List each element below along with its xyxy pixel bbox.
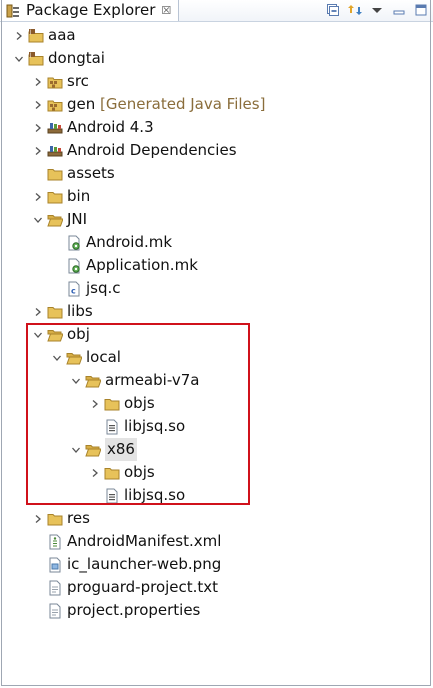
folder-icon [47,304,63,320]
svg-text:J: J [29,29,31,35]
package-folder-icon [47,74,63,90]
chevron-right-icon[interactable] [31,98,45,112]
tree-item[interactable]: JNI [31,208,87,231]
package-folder-icon [47,97,63,113]
tree-item-label: libs [67,302,93,320]
tree-item-label: gen [67,95,96,113]
tree-item[interactable]: assets [31,162,115,185]
image-file-icon [47,557,63,573]
tree-item[interactable]: project.properties [31,599,200,622]
chevron-right-icon[interactable] [31,144,45,158]
text-file-icon [47,580,63,596]
tree-item-label: assets [67,164,115,182]
tree-item[interactable]: ic_launcher-web.png [31,553,221,576]
tree-item[interactable]: J dongtai [12,47,105,70]
folder-icon [47,166,63,182]
tree-item-label: src [67,72,89,90]
xml-file-icon [47,534,63,550]
tree-item[interactable]: gen [Generated Java Files] [31,93,265,116]
tree-item-decoration: [Generated Java Files] [95,95,266,113]
tree-item-label: bin [67,187,91,205]
tree-item-label: project.properties [67,601,201,619]
project-icon: J [28,28,44,44]
annotation-highlight-box [26,323,250,505]
tree-item[interactable]: Android.mk [50,231,172,254]
library-icon [47,143,63,159]
folder-icon [47,189,63,205]
chevron-right-icon[interactable] [31,305,45,319]
tree-item[interactable]: libs [31,300,93,323]
tree-item[interactable]: Android 4.3 [31,116,154,139]
text-file-icon [47,603,63,619]
tree-item[interactable]: J aaa [12,24,76,47]
chevron-down-icon[interactable] [12,52,26,66]
tree-item[interactable]: bin [31,185,90,208]
tree-item-label: JNI [67,210,88,228]
chevron-right-icon[interactable] [31,512,45,526]
mk-file-icon [66,258,82,274]
svg-text:c: c [71,286,76,295]
tree-item-label: proguard-project.txt [67,578,219,596]
tree-item[interactable]: src [31,70,89,93]
folder-open-icon [47,212,64,228]
tree-item-label: Android 4.3 [67,118,154,136]
svg-text:J: J [29,52,31,58]
tree-item-label: dongtai [48,49,105,67]
tree-item[interactable]: proguard-project.txt [31,576,218,599]
tree-item[interactable]: Application.mk [50,254,198,277]
project-icon: J [28,51,44,67]
tree-item[interactable]: AndroidManifest.xml [31,530,221,553]
tree-item-label: Android Dependencies [67,141,237,159]
chevron-down-icon[interactable] [31,213,45,227]
chevron-right-icon[interactable] [12,29,26,43]
folder-icon [47,511,63,527]
tree-item-label: res [67,509,90,527]
library-icon [47,120,63,136]
chevron-right-icon[interactable] [31,190,45,204]
tree-item[interactable]: c jsq.c [50,277,121,300]
tree-item[interactable]: res [31,507,90,530]
tree-item-label: Android.mk [86,233,173,251]
chevron-right-icon[interactable] [31,121,45,135]
tree-item-label: ic_launcher-web.png [67,555,222,573]
tree-item-label: jsq.c [86,279,121,297]
tree-item[interactable]: Android Dependencies [31,139,237,162]
tree-item-label: aaa [48,26,76,44]
tree-item-label: AndroidManifest.xml [67,532,222,550]
tree-item-label: Application.mk [86,256,198,274]
chevron-right-icon[interactable] [31,75,45,89]
mk-file-icon [66,235,82,251]
c-file-icon: c [66,281,82,297]
